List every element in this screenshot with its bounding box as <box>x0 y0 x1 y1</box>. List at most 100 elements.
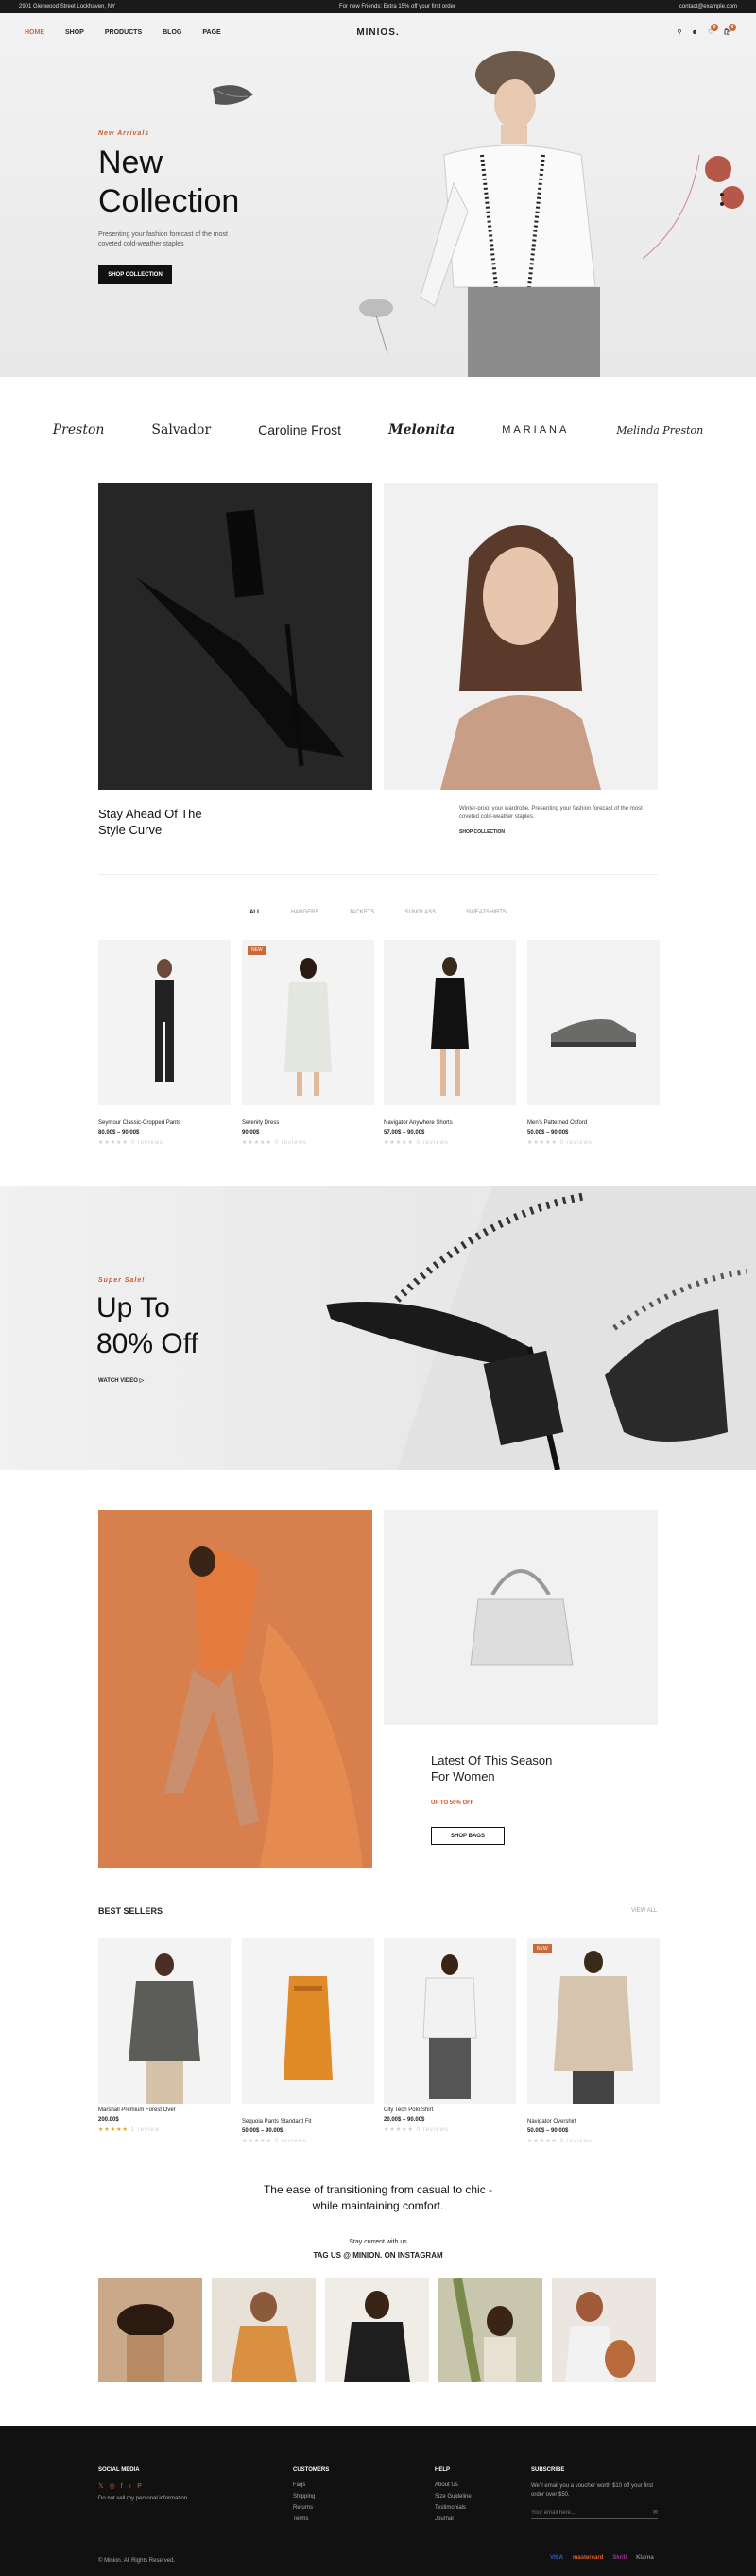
product-image[interactable]: 363840 <box>527 940 660 1105</box>
rating-stars: ★★★★★ 0 reviews <box>242 2139 307 2144</box>
footer-link[interactable]: Shipping <box>293 2494 329 2499</box>
nav-home[interactable]: HOME <box>25 29 44 36</box>
store-address: 2901 Glenwood Street Lockhaven, NY <box>19 4 116 9</box>
product-price: 90.00$ <box>242 1130 260 1135</box>
watch-video-button[interactable]: WATCH VIDEO ▷ <box>98 1377 144 1384</box>
visa-icon: VISA <box>550 2555 564 2561</box>
tiktok-icon[interactable]: ♪ <box>129 2483 138 2490</box>
main-nav: HOME SHOP PRODUCTS BLOG PAGE MINIOS. ⚲ ☻… <box>0 13 756 51</box>
product-image[interactable] <box>98 1938 231 2104</box>
brand-logo[interactable]: Preston <box>53 422 105 437</box>
product-image[interactable]: NEW 3638 <box>527 1938 660 2104</box>
user-icon[interactable]: ☻ <box>691 29 697 36</box>
instagram-photo[interactable] <box>552 2278 656 2382</box>
product-image[interactable] <box>384 940 516 1105</box>
footer-help: HELP About Us Size Guideline Testimonial… <box>435 2467 472 2528</box>
product-name[interactable]: Navigator Anywhere Shorts <box>384 1120 516 1126</box>
instagram-photo[interactable] <box>98 2278 202 2382</box>
x-icon[interactable]: 𝕏 <box>98 2483 110 2490</box>
subscribe-text: We'll email you a voucher worth $10 off … <box>531 2483 653 2498</box>
view-all-link[interactable]: VIEW ALL <box>631 1908 657 1914</box>
product-image[interactable]: NEW <box>242 940 374 1105</box>
product-name[interactable]: Men's Patterned Oxford <box>527 1120 660 1126</box>
sale-banner: Super Sale! Up To 80% Off WATCH VIDEO ▷ <box>0 1186 756 1470</box>
footer-link[interactable]: Returns <box>293 2505 329 2511</box>
orange-model-photo[interactable] <box>98 1510 372 1868</box>
product-tabs: ALL HANGERS JACKETS SUNGLASS SWEATSHIRTS <box>0 910 756 915</box>
shop-collection-button[interactable]: SHOP COLLECTION <box>98 265 172 284</box>
product-image[interactable] <box>242 1938 374 2104</box>
instagram-photo[interactable] <box>325 2278 429 2382</box>
bestseller-card[interactable]: Marshall Premium Forest Over 200.00$ ★★★… <box>98 1938 231 2133</box>
wishlist-icon[interactable]: ♡ 0 <box>708 24 719 36</box>
instagram-photo[interactable] <box>212 2278 316 2382</box>
nav-page[interactable]: PAGE <box>202 29 220 36</box>
tab-sweatshirts[interactable]: SWEATSHIRTS <box>466 910 507 915</box>
mail-icon[interactable]: ✉ <box>653 2509 658 2516</box>
product-name[interactable]: Sequoia Pants Standard Fit <box>242 2119 374 2124</box>
bestseller-card[interactable]: NEW 3638 Navigator Overshirt 50.00$ – 90… <box>527 1938 660 2144</box>
footer-link[interactable]: Journal <box>435 2516 472 2522</box>
product-card[interactable]: 363840 Men's Patterned Oxford 50.00$ – 9… <box>527 940 660 1146</box>
site-logo[interactable]: MINIOS. <box>356 27 399 38</box>
footer-link[interactable]: Terms <box>293 2516 329 2522</box>
bestseller-card[interactable]: Sequoia Pants Standard Fit 50.00$ – 90.0… <box>242 1938 374 2144</box>
promo-text: For new Friends: Extra 15% off your firs… <box>339 4 455 9</box>
footer-heading: SUBSCRIBE <box>531 2467 565 2473</box>
brand-logo[interactable]: Melinda Preston <box>616 424 703 436</box>
product-price: 80.00$ – 90.00$ <box>98 1130 140 1135</box>
nav-shop[interactable]: SHOP <box>65 29 84 36</box>
cart-icon[interactable]: 🛍 0 <box>723 24 736 36</box>
tab-jackets[interactable]: JACKETS <box>349 910 374 915</box>
model-photo[interactable] <box>384 483 658 790</box>
product-name[interactable]: Serenity Dress <box>242 1120 374 1126</box>
footer-link[interactable]: Size Guideline <box>435 2494 472 2499</box>
nav-blog[interactable]: BLOG <box>163 29 181 36</box>
mastercard-icon: mastercard <box>573 2555 604 2561</box>
facebook-icon[interactable]: f <box>121 2483 129 2490</box>
heel-photo[interactable] <box>98 483 372 790</box>
footer-link[interactable]: Faqs <box>293 2482 329 2488</box>
privacy-link[interactable]: Do not sell my personal information <box>98 2496 187 2501</box>
brand-logo[interactable]: MARIANA <box>502 424 569 435</box>
product-card[interactable]: Navigator Anywhere Shorts 57.00$ – 90.00… <box>384 940 516 1146</box>
product-image[interactable] <box>98 940 231 1105</box>
product-card[interactable]: Seymour Classic-Cropped Pants 80.00$ – 9… <box>98 940 231 1146</box>
site-footer: SOCIAL MEDIA 𝕏◎f♪P Do not sell my person… <box>0 2426 756 2576</box>
season-offer: UP TO 50% OFF <box>431 1800 474 1806</box>
shop-bags-button[interactable]: SHOP BAGS <box>431 1827 505 1845</box>
instagram-title[interactable]: TAG US @ MINION. ON INSTAGRAM <box>0 2251 756 2260</box>
email-field[interactable] <box>531 2509 653 2516</box>
bag-photo[interactable] <box>384 1510 658 1725</box>
feature-shop-link[interactable]: SHOP COLLECTION <box>459 829 505 835</box>
tab-sunglass[interactable]: SUNGLASS <box>404 910 436 915</box>
nav-products[interactable]: PRODUCTS <box>105 29 142 36</box>
pinterest-icon[interactable]: P <box>137 2483 147 2490</box>
tab-hangers[interactable]: HANGERS <box>291 910 319 915</box>
product-price: 50.00$ – 90.00$ <box>527 1130 569 1135</box>
product-name[interactable]: Marshall Premium Forest Over <box>98 2107 231 2113</box>
sale-eyebrow: Super Sale! <box>98 1277 146 1284</box>
brand-logo[interactable]: Salvador <box>151 422 211 437</box>
best-sellers-title: BEST SELLERS <box>98 1906 163 1916</box>
slider-dots[interactable] <box>720 193 724 206</box>
product-card[interactable]: NEW Serenity Dress 90.00$ ★★★★★ 0 review… <box>242 940 374 1146</box>
bestseller-card[interactable]: City Tech Polo Shirt 20.00$ – 90.00$ ★★★… <box>384 1938 516 2133</box>
product-name[interactable]: Navigator Overshirt <box>527 2119 660 2124</box>
instagram-icon[interactable]: ◎ <box>110 2483 121 2490</box>
instagram-subtitle: Stay current with us <box>349 2239 407 2245</box>
footer-link[interactable]: About Us <box>435 2482 472 2488</box>
product-name[interactable]: Seymour Classic-Cropped Pants <box>98 1120 231 1126</box>
instagram-photo[interactable] <box>438 2278 542 2382</box>
product-name[interactable]: City Tech Polo Shirt <box>384 2107 516 2113</box>
search-icon[interactable]: ⚲ <box>677 28 681 36</box>
contact-email[interactable]: contact@example.com <box>679 4 737 9</box>
brand-logo[interactable]: Caroline Frost <box>258 422 341 437</box>
brand-logo[interactable]: Melonita <box>388 422 455 437</box>
feature-text: Winter-proof your wardrobe. Presenting y… <box>459 806 643 820</box>
tab-all[interactable]: ALL <box>249 910 261 915</box>
klarna-icon: Klarna <box>636 2555 654 2561</box>
product-image[interactable] <box>384 1938 516 2104</box>
section-divider <box>98 874 658 875</box>
footer-link[interactable]: Testimonials <box>435 2505 472 2511</box>
